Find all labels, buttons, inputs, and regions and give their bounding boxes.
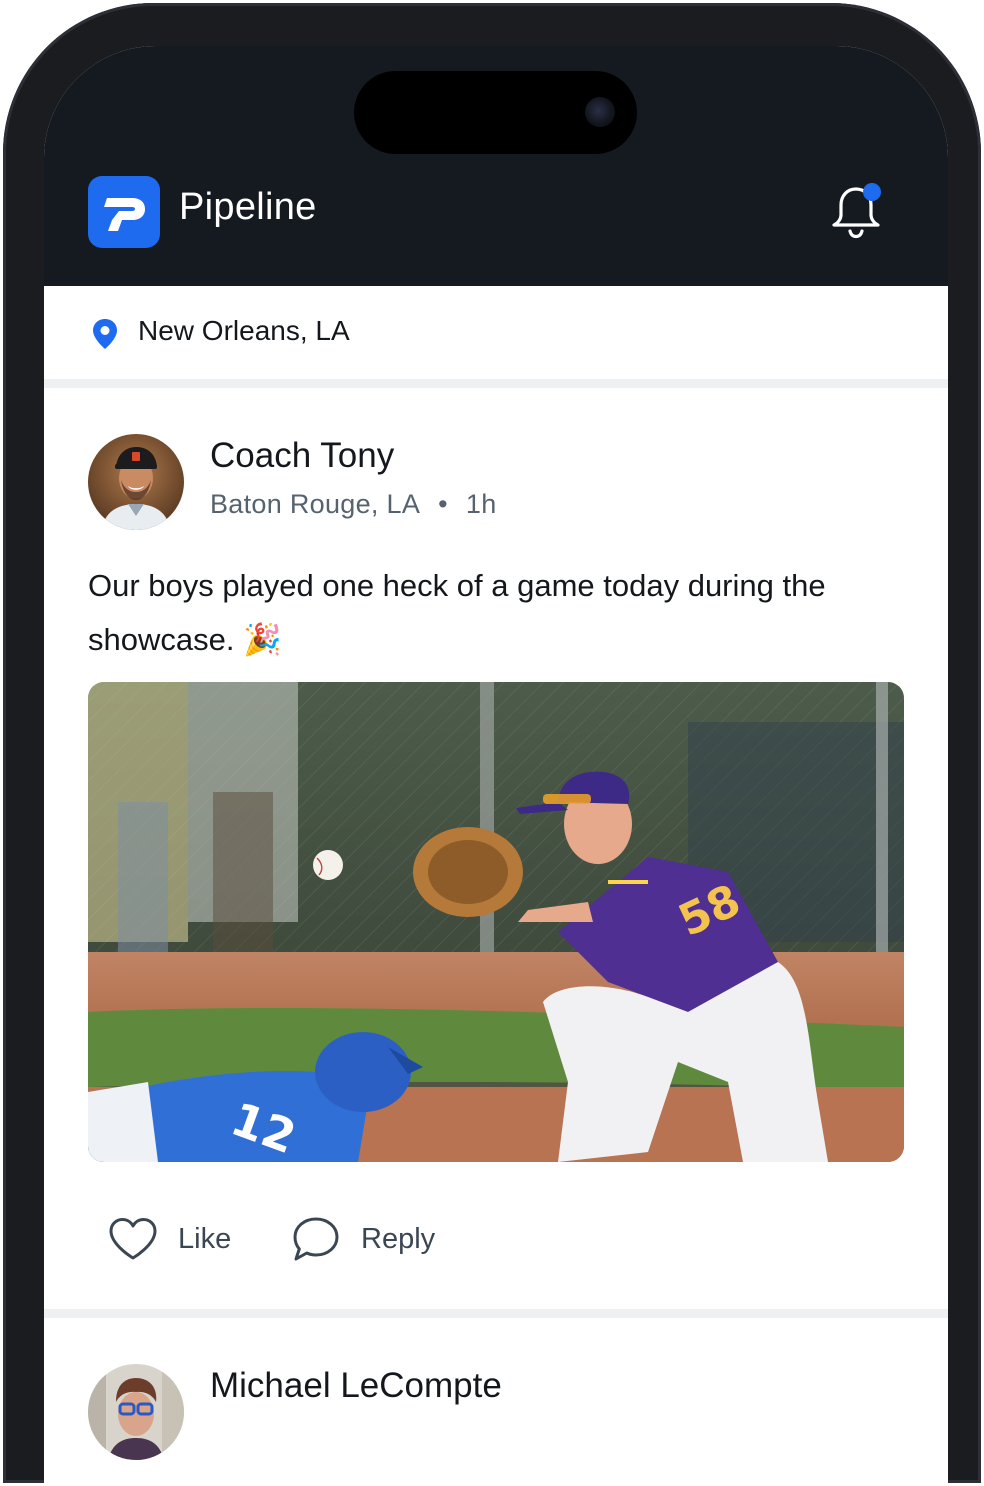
like-button[interactable]: Like	[108, 1214, 231, 1264]
pipeline-logo-icon[interactable]	[88, 176, 160, 248]
post-body: Our boys played one heck of a game today…	[88, 568, 826, 657]
post-author-location: Baton Rouge, LA	[210, 489, 421, 519]
section-divider	[44, 1309, 948, 1318]
avatar[interactable]	[88, 434, 184, 530]
avatar[interactable]	[88, 1364, 184, 1460]
app-screen: Pipeline New Orleans, LA Coach Tony Bato…	[44, 46, 948, 1486]
post-photo[interactable]: 58 12	[88, 682, 904, 1162]
notification-badge	[863, 183, 881, 201]
section-divider	[44, 379, 948, 388]
meta-separator: •	[438, 489, 448, 519]
post-author-name[interactable]: Coach Tony	[210, 436, 394, 476]
like-label: Like	[178, 1222, 232, 1255]
phone-frame: Pipeline New Orleans, LA Coach Tony Bato…	[3, 3, 981, 1486]
reply-button[interactable]: Reply	[291, 1214, 435, 1264]
app-title: Pipeline	[179, 186, 317, 228]
location-label: New Orleans, LA	[138, 315, 350, 346]
app-header: Pipeline	[44, 46, 948, 286]
speech-bubble-icon	[293, 1217, 339, 1261]
location-selector[interactable]: New Orleans, LA	[44, 286, 948, 381]
front-camera	[585, 97, 615, 127]
map-pin-icon	[93, 319, 117, 349]
baseball-photo: 58 12	[88, 682, 904, 1162]
heart-icon	[109, 1218, 157, 1260]
dynamic-island	[354, 71, 637, 154]
post-timestamp: 1h	[465, 489, 497, 519]
post-meta: Baton Rouge, LA • 1h	[210, 489, 497, 520]
reply-label: Reply	[361, 1222, 436, 1255]
post-author-name[interactable]: Michael LeCompte	[210, 1366, 502, 1406]
